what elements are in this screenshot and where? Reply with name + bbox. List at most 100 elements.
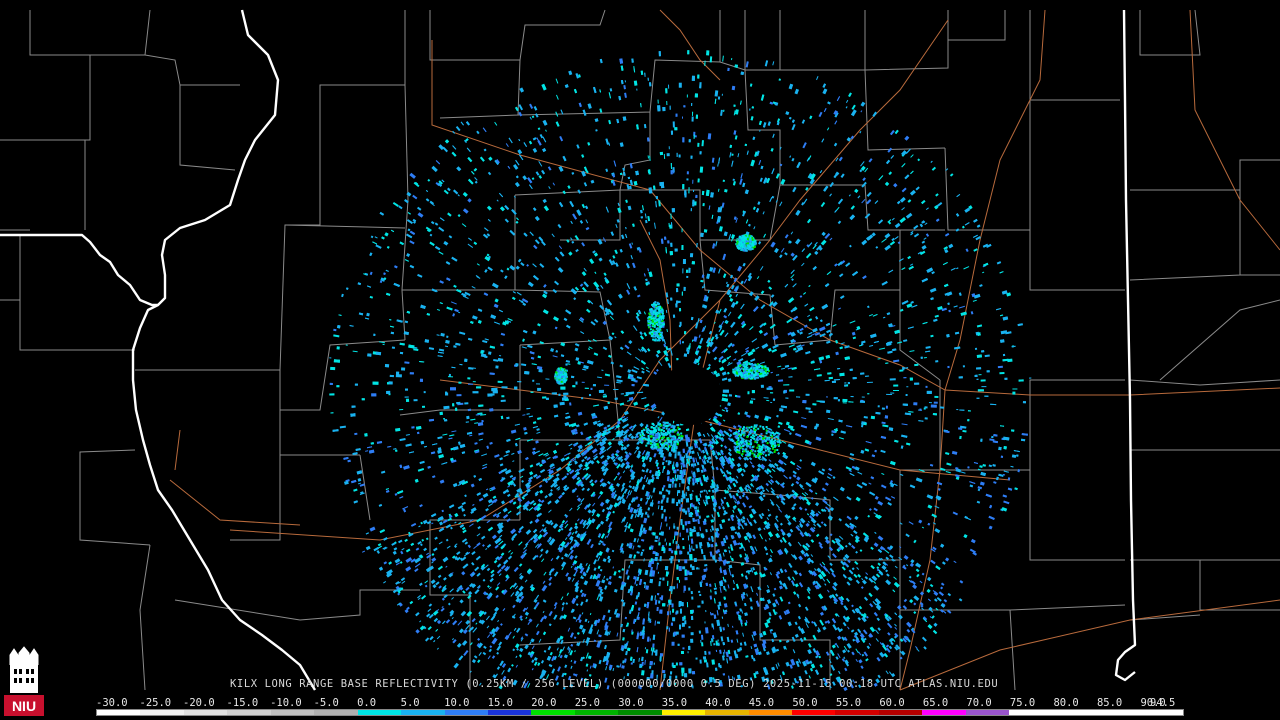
echo-speck: [713, 643, 716, 646]
echo-speck: [405, 388, 408, 391]
echo-speck: [654, 539, 658, 543]
echo-speck: [802, 399, 807, 404]
echo-speck: [678, 325, 681, 328]
echo-speck: [683, 105, 686, 108]
echo-speck: [722, 389, 729, 393]
echo-speck: [1004, 377, 1008, 380]
echo-speck: [934, 395, 939, 398]
echo-speck: [676, 152, 678, 157]
echo-speck: [974, 347, 978, 350]
echo-speck: [706, 50, 710, 56]
echo-speck: [699, 151, 702, 155]
echo-speck: [467, 408, 471, 412]
echo-speck: [935, 360, 939, 363]
echo-speck: [698, 630, 701, 634]
echo-speck: [542, 396, 547, 399]
echo-speck: [329, 357, 332, 359]
echo-speck: [850, 395, 854, 398]
echo-speck: [672, 608, 675, 613]
echo-speck: [684, 190, 687, 196]
echo-speck: [514, 386, 518, 390]
echo-speck: [699, 166, 704, 173]
echo-speck: [354, 432, 358, 436]
echo-speck: [690, 208, 692, 212]
echo-speck: [329, 393, 335, 396]
echo-speck: [464, 358, 468, 363]
echo-speck: [833, 397, 838, 400]
echo-speck: [783, 390, 786, 394]
echo-speck: [375, 351, 382, 356]
echo-speck: [413, 399, 418, 402]
echo-speck: [686, 171, 689, 175]
echo-speck: [468, 383, 474, 385]
echo-speck: [930, 404, 937, 408]
echo-speck: [564, 398, 569, 401]
echo-speck: [458, 381, 462, 384]
echo-speck: [663, 484, 666, 488]
echo-speck: [679, 340, 681, 345]
echo-speck: [674, 127, 678, 131]
echo-speck: [656, 621, 661, 624]
echo-speck: [980, 379, 986, 382]
echo-speck: [669, 610, 671, 615]
echo-speck: [760, 384, 765, 388]
echo-speck: [939, 406, 945, 409]
echo-speck: [672, 466, 676, 470]
echo-speck: [645, 585, 649, 590]
echo-speck: [724, 609, 728, 613]
echo-speck: [986, 370, 990, 373]
echo-speck: [602, 395, 607, 398]
echo-speck: [686, 570, 690, 575]
echo-speck: [686, 94, 688, 98]
echo-speck: [658, 51, 661, 57]
echo-speck: [501, 395, 505, 398]
echo-speck: [681, 228, 683, 233]
echo-speck: [452, 403, 455, 407]
echo-speck: [733, 104, 736, 107]
echo-speck: [785, 397, 789, 399]
echo-speck: [603, 393, 607, 395]
echo-speck: [409, 372, 414, 375]
echo-speck: [681, 245, 684, 251]
echo-speck: [976, 378, 979, 380]
echo-speck: [581, 381, 585, 383]
echo-speck: [570, 375, 575, 379]
echo-speck: [870, 415, 876, 420]
echo-speck: [1012, 391, 1016, 395]
echo-speck: [575, 381, 578, 385]
echo-speck: [657, 105, 661, 112]
echo-speck: [694, 93, 698, 98]
echo-speck: [977, 389, 984, 392]
echo-speck: [553, 404, 558, 408]
echo-speck: [958, 376, 963, 379]
echo-speck: [330, 366, 336, 371]
echo-speck: [688, 668, 692, 674]
echo-speck: [676, 583, 678, 589]
echo-speck: [670, 130, 674, 135]
echo-speck: [686, 275, 689, 279]
echo-speck: [384, 364, 390, 368]
echo-speck: [903, 377, 907, 379]
echo-speck: [558, 393, 561, 396]
echo-speck: [536, 383, 541, 385]
echo-speck: [881, 407, 885, 410]
echo-speck: [676, 357, 679, 361]
echo-speck: [688, 267, 691, 273]
echo-speck: [672, 121, 675, 128]
echo-speck: [919, 408, 922, 411]
echo-speck: [819, 400, 825, 403]
echo-speck: [592, 384, 597, 387]
echo-speck: [652, 550, 656, 555]
echo-speck: [686, 178, 689, 181]
echo-speck: [697, 178, 700, 183]
echo-speck: [675, 662, 678, 666]
echo-speck: [681, 634, 685, 638]
echo-speck: [928, 402, 933, 404]
echo-speck: [893, 390, 899, 391]
echo-speck: [688, 645, 691, 650]
echo-speck: [336, 385, 340, 388]
echo-speck: [584, 387, 589, 389]
echo-speck: [684, 577, 688, 581]
echo-speck: [676, 423, 680, 426]
echo-speck: [480, 350, 484, 354]
